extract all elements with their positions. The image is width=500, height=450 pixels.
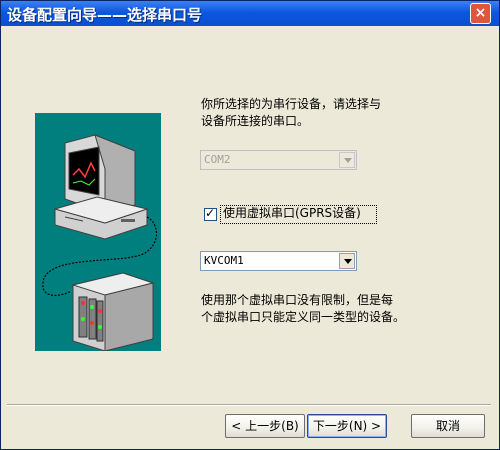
virtual-port-label[interactable]: 使用虚拟串口(GPRS设备) xyxy=(223,205,361,222)
next-button[interactable]: 下一步(N) > xyxy=(307,414,387,438)
close-icon: × xyxy=(474,5,487,21)
intro-line-1: 你所选择的为串行设备，请选择与 xyxy=(201,97,382,111)
com-port-select[interactable]: COM2 xyxy=(200,150,357,170)
virtual-port-value: KVCOM1 xyxy=(204,254,244,267)
next-button-label: 下一步(N) > xyxy=(312,419,382,433)
virtual-port-select[interactable]: KVCOM1 xyxy=(200,251,357,271)
virtual-port-checkbox[interactable] xyxy=(204,206,217,221)
cancel-button[interactable]: 取消 xyxy=(411,414,485,438)
dialog-window: 设备配置向导——选择串口号 × 你所选择的为串行设备，请选择与 设备所连接的串口… xyxy=(0,0,500,450)
note-line-2: 个虚拟串口只能定义同一类型的设备。 xyxy=(201,310,406,324)
com-port-value: COM2 xyxy=(204,153,231,166)
computer-device-illustration xyxy=(42,134,158,352)
chevron-down-icon xyxy=(339,253,355,269)
back-button[interactable]: < 上一步(B) xyxy=(225,414,305,438)
cancel-button-label: 取消 xyxy=(435,419,460,433)
close-button[interactable]: × xyxy=(470,3,491,24)
window-title: 设备配置向导——选择串口号 xyxy=(7,6,203,24)
back-button-label: < 上一步(B) xyxy=(231,419,299,433)
chevron-down-icon xyxy=(339,152,355,168)
button-separator xyxy=(7,404,491,406)
wizard-illustration xyxy=(35,113,161,352)
note-line-1: 使用那个虚拟串口没有限制，但是每 xyxy=(201,293,394,307)
title-bar[interactable]: 设备配置向导——选择串口号 × xyxy=(1,1,499,26)
intro-line-2: 设备所连接的串口。 xyxy=(201,114,310,128)
